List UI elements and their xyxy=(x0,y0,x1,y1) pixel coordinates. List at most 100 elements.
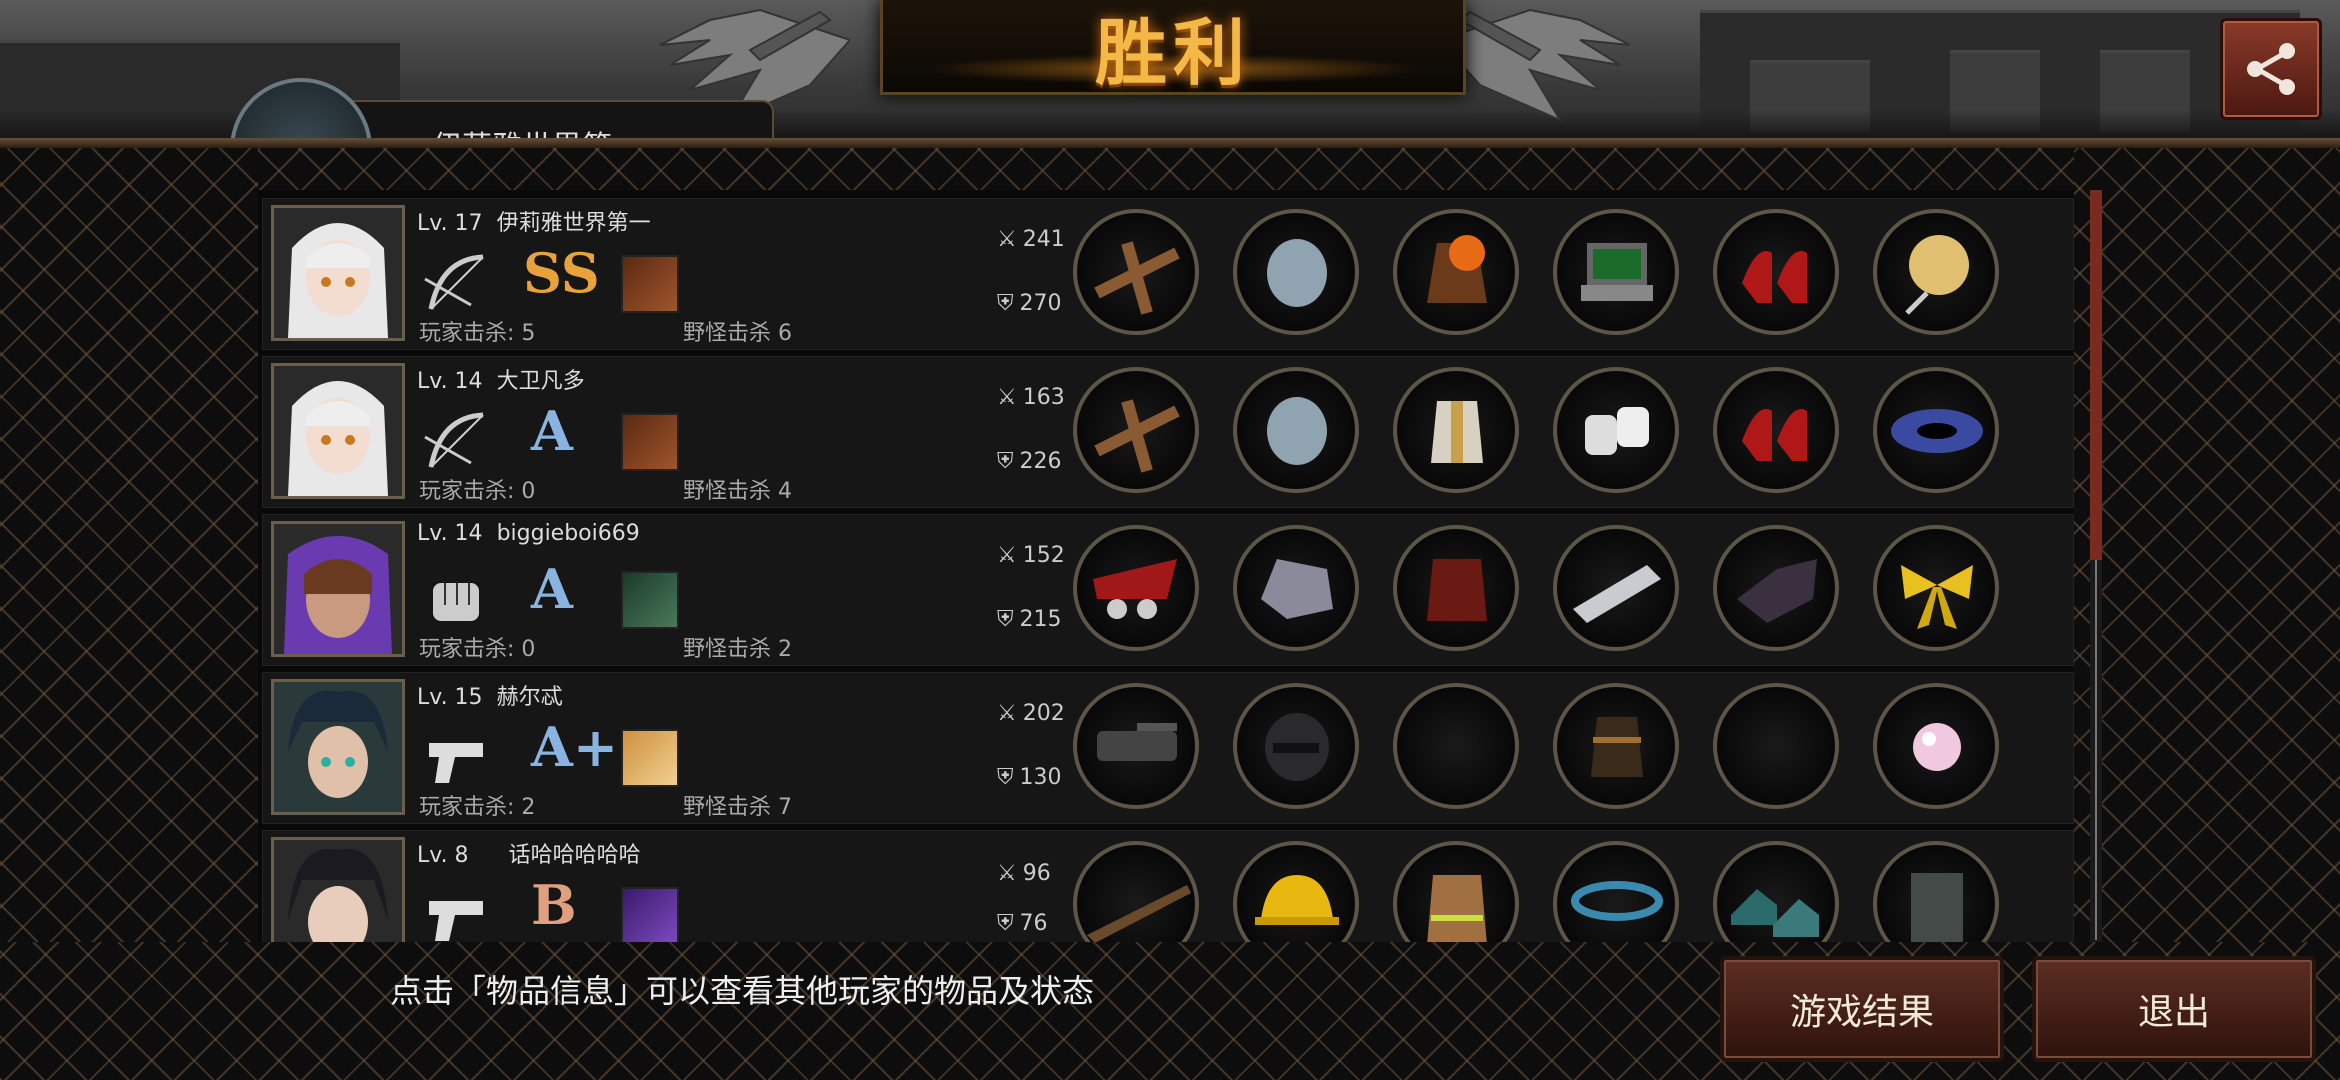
victory-banner: 胜利 xyxy=(880,0,1466,95)
share-button[interactable] xyxy=(2220,18,2322,120)
tactical-vest-item[interactable] xyxy=(1873,841,1999,942)
shield-icon: ⛨ xyxy=(997,291,1014,316)
attack-stat: ⚔ 241 xyxy=(997,227,1065,252)
galaxy-item[interactable] xyxy=(1873,367,1999,493)
rank-badge: B xyxy=(531,873,577,937)
red-heels-item[interactable] xyxy=(1713,367,1839,493)
skill-icon xyxy=(621,255,679,313)
mesh-frame-top xyxy=(0,148,2340,190)
scrollbar-thumb[interactable] xyxy=(2090,190,2102,560)
minigun-item[interactable] xyxy=(1073,683,1199,809)
laptop-item[interactable] xyxy=(1553,209,1679,335)
player-level-name: Lv. 14 biggieboi669 xyxy=(417,521,640,546)
player-row[interactable]: Lv. 14 大卫凡多 A 玩家击杀: 0 野怪击杀 4 ⚔ 163 ⛨ 226 xyxy=(262,356,2074,508)
white-robe-item[interactable] xyxy=(1393,367,1519,493)
attack-stat: ⚔ 202 xyxy=(997,701,1065,726)
scrollbar[interactable] xyxy=(2090,190,2102,942)
pistol-icon xyxy=(429,901,483,941)
defense-stat: ⛨ 130 xyxy=(997,765,1062,790)
page-title: 胜利 xyxy=(1094,10,1251,95)
player-name: 伊莉雅世界第一 xyxy=(496,211,651,236)
knight-helmet-item[interactable] xyxy=(1233,367,1359,493)
shield-icon: ⛨ xyxy=(997,911,1014,936)
defense-stat: ⛨ 226 xyxy=(997,449,1062,474)
dark-gloves-item[interactable] xyxy=(1713,525,1839,651)
player-level: Lv. 15 xyxy=(417,685,483,710)
rank-badge: A xyxy=(531,557,573,621)
player-level-name: Lv. 15 赫尔忒 xyxy=(417,679,563,711)
red-heels-item[interactable] xyxy=(1713,209,1839,335)
skill-icon xyxy=(621,413,679,471)
arm-guard-item[interactable] xyxy=(1553,683,1679,809)
player-level-name: Lv. 17 伊莉雅世界第一 xyxy=(417,205,651,237)
bead-bracelet-item[interactable] xyxy=(1553,841,1679,942)
empty-slot[interactable] xyxy=(1713,683,1839,809)
avatar xyxy=(271,679,405,815)
player-kills: 玩家击杀: 2 xyxy=(419,795,536,820)
crossbow-item[interactable] xyxy=(1073,209,1199,335)
game-result-button[interactable]: 游戏结果 xyxy=(1720,956,2004,1062)
hint-text: 点击「物品信息」可以查看其他玩家的物品及状态 xyxy=(390,972,1095,1010)
fist-icon xyxy=(433,583,479,621)
avatar xyxy=(271,521,405,657)
defense-stat: ⛨ 76 xyxy=(997,911,1048,936)
spiked-bracer-item[interactable] xyxy=(1553,525,1679,651)
player-name: biggieboi669 xyxy=(496,521,640,546)
bandage-item[interactable] xyxy=(1553,367,1679,493)
knight-helmet-item[interactable] xyxy=(1233,209,1359,335)
avatar xyxy=(271,363,405,499)
attack-stat: ⚔ 96 xyxy=(997,861,1051,886)
skill-icon xyxy=(621,571,679,629)
player-row[interactable]: Lv. 17 伊莉雅世界第一 SS 玩家击杀: 5 野怪击杀 6 ⚔ 241 ⛨ 27… xyxy=(262,198,2074,350)
monster-kills: 野怪击杀 7 xyxy=(683,795,792,820)
mesh-frame-right xyxy=(2074,148,2340,948)
player-name: 话哈哈哈哈哈 xyxy=(508,843,641,868)
player-row[interactable]: Lv. 8 话哈哈哈哈哈 B ⚔ 96 ⛨ 76 xyxy=(262,830,2074,942)
defense-stat: ⛨ 270 xyxy=(997,291,1062,316)
rank-badge: SS xyxy=(523,241,600,305)
exit-button[interactable]: 退出 xyxy=(2032,956,2316,1062)
rank-badge: A+ xyxy=(531,715,619,779)
divider xyxy=(0,138,2340,148)
scoreboard-list[interactable]: Lv. 17 伊莉雅世界第一 SS 玩家击杀: 5 野怪击杀 6 ⚔ 241 ⛨ 27… xyxy=(258,190,2074,942)
attack-icon: ⚔ xyxy=(997,701,1017,726)
shield-icon: ⛨ xyxy=(997,607,1014,632)
crossbow-item[interactable] xyxy=(1073,367,1199,493)
fan-item[interactable] xyxy=(1873,209,1999,335)
player-level: Lv. 17 xyxy=(417,211,483,236)
red-jacket-item[interactable] xyxy=(1393,525,1519,651)
monster-kills: 野怪击杀 4 xyxy=(683,479,792,504)
avatar xyxy=(271,837,405,942)
mech-helmet-item[interactable] xyxy=(1233,525,1359,651)
firefighter-jacket-item[interactable] xyxy=(1393,841,1519,942)
player-level-name: Lv. 14 大卫凡多 xyxy=(417,363,585,395)
crossbow-bow-icon xyxy=(424,254,484,310)
player-name: 赫尔忒 xyxy=(496,685,563,710)
shield-icon: ⛨ xyxy=(997,765,1014,790)
empty-slot[interactable] xyxy=(1393,683,1519,809)
mesh-frame-left xyxy=(0,148,258,948)
hard-hat-item[interactable] xyxy=(1233,841,1359,942)
red-gauntlet-item[interactable] xyxy=(1073,525,1199,651)
player-level: Lv. 14 xyxy=(417,369,483,394)
gold-ribbon-item[interactable] xyxy=(1873,525,1999,651)
black-helmet-item[interactable] xyxy=(1233,683,1359,809)
crossbow-bow-icon xyxy=(424,412,484,468)
monster-kills: 野怪击杀 6 xyxy=(683,321,792,346)
shield-icon: ⛨ xyxy=(997,449,1014,474)
rifle-item[interactable] xyxy=(1073,841,1199,942)
flaming-armor-item[interactable] xyxy=(1393,209,1519,335)
player-level-name: Lv. 8 话哈哈哈哈哈 xyxy=(417,837,641,869)
skill-icon xyxy=(621,887,679,942)
player-row[interactable]: Lv. 15 赫尔忒 A+ 玩家击杀: 2 野怪击杀 7 ⚔ 202 ⛨ 130 xyxy=(262,672,2074,824)
attack-stat: ⚔ 163 xyxy=(997,385,1065,410)
player-kills: 玩家击杀: 5 xyxy=(419,321,536,346)
pearl-item[interactable] xyxy=(1873,683,1999,809)
sneakers-item[interactable] xyxy=(1713,841,1839,942)
player-level: Lv. 14 xyxy=(417,521,483,546)
player-row[interactable]: Lv. 14 biggieboi669 A 玩家击杀: 0 野怪击杀 2 ⚔ 152… xyxy=(262,514,2074,666)
avatar xyxy=(271,205,405,341)
attack-icon: ⚔ xyxy=(997,227,1017,252)
monster-kills: 野怪击杀 2 xyxy=(683,637,792,662)
attack-icon: ⚔ xyxy=(997,385,1017,410)
